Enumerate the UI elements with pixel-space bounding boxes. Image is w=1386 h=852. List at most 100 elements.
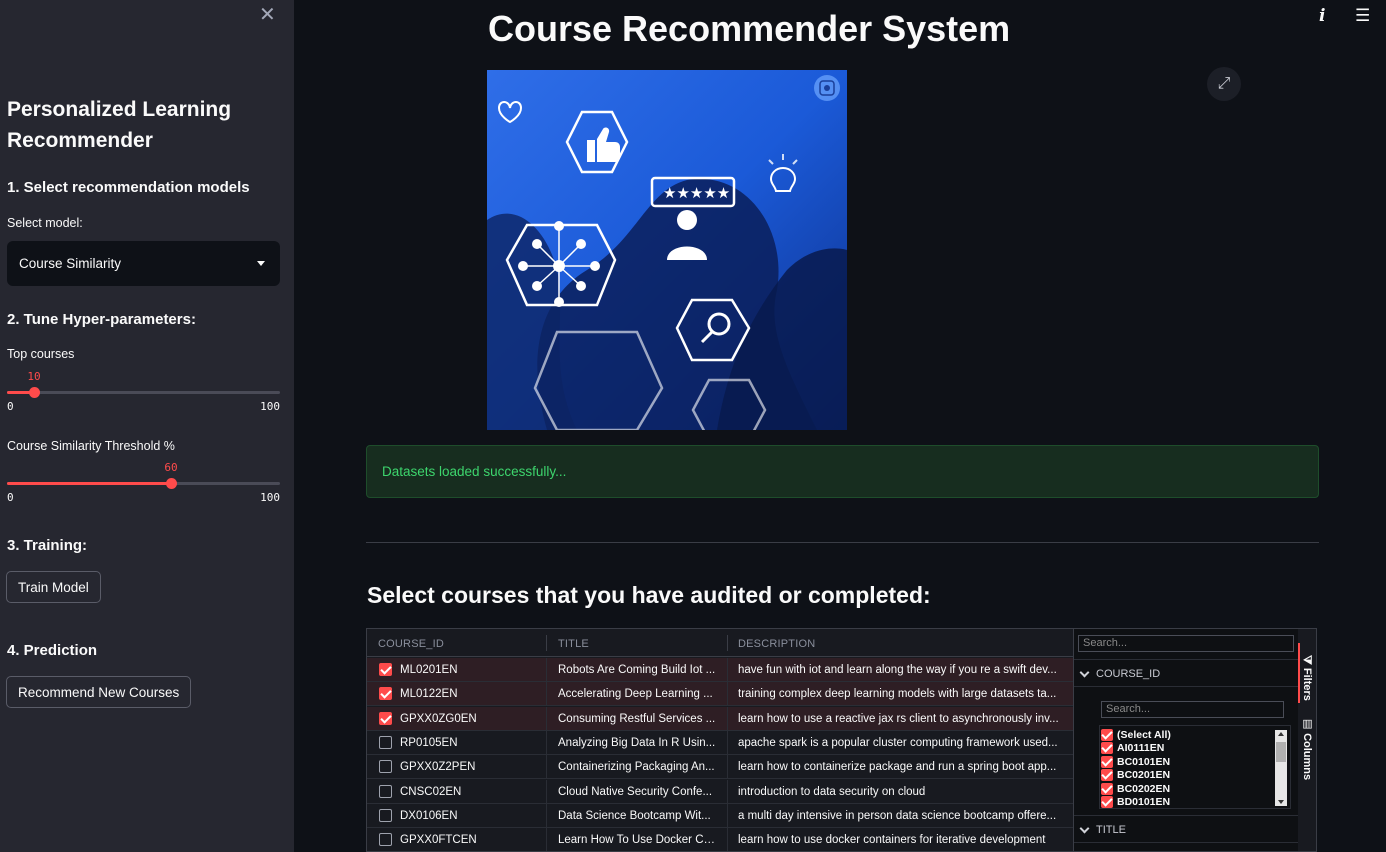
cell-divider [727,755,728,780]
cell-divider [727,803,728,828]
menu-icon[interactable]: ☰ [1355,6,1370,26]
column-separator[interactable] [727,635,728,651]
filter-checkbox[interactable] [1101,796,1113,808]
scrollbar[interactable] [1275,730,1287,806]
network-illustration: ★★★★★ [487,70,847,430]
similarity-threshold-label: Course Similarity Threshold % [7,439,175,453]
table-row[interactable]: DX0106EN Data Science Bootcamp Wit... a mu… [367,803,1073,828]
scroll-down-icon[interactable] [1278,800,1284,804]
table-row[interactable]: GPXX0Z2PEN Containerizing Packaging An...… [367,755,1073,780]
slider-thumb[interactable] [166,478,177,489]
tab-filters-label: Filters [1301,667,1313,701]
top-courses-label: Top courses [7,347,75,361]
table-row[interactable]: ML0122EN Accelerating Deep Learning ... tr… [367,682,1073,707]
slider-fill [7,482,171,485]
cell-divider [546,706,547,731]
cell-divider [546,779,547,804]
section-title: Select courses that you have audited or … [367,582,931,608]
train-model-button[interactable]: Train Model [6,571,101,603]
cell-title: Accelerating Deep Learning ... [558,688,713,701]
expand-icon[interactable]: ⤢ [1207,67,1241,101]
recommend-courses-button[interactable]: Recommend New Courses [6,676,192,708]
scroll-up-icon[interactable] [1278,732,1284,736]
filter-checkbox[interactable] [1101,755,1113,768]
cell-course-id: CNSC02EN [400,785,462,798]
row-checkbox[interactable] [379,833,392,847]
model-select[interactable]: Course Similarity [7,241,280,286]
cell-title: Cloud Native Security Confe... [558,785,713,798]
page-title: Course Recommender System [488,8,1011,49]
header-description[interactable]: DESCRIPTION [738,638,815,650]
slider-min: 0 [7,491,14,504]
tab-columns[interactable]: ▥ Columns [1301,717,1314,780]
info-icon[interactable]: i [1319,6,1325,26]
cell-course-id: GPXX0Z2PEN [400,761,476,774]
filter-item[interactable]: BC0202EN [1100,782,1270,795]
cell-divider [546,682,547,707]
grid-header: COURSE_ID TITLE DESCRIPTION [367,629,1073,657]
filter-item[interactable]: BC0101EN [1100,755,1270,768]
filter-item-label: BC0202EN [1117,782,1171,795]
column-separator[interactable] [546,635,547,651]
row-checkbox[interactable] [379,784,392,798]
filter-checkbox[interactable] [1101,742,1113,755]
top-courses-slider[interactable]: 10 0 100 [7,370,280,416]
filter-group-title[interactable]: TITLE [1074,815,1299,843]
tab-filters[interactable]: ⧩ Filters [1301,655,1313,701]
cell-course-id: GPXX0FTCEN [400,834,477,847]
slider-value: 60 [164,461,178,474]
filter-checkbox[interactable] [1101,769,1113,782]
cell-course-id: ML0122EN [400,688,458,701]
header-title[interactable]: TITLE [558,638,589,650]
row-checkbox[interactable] [379,711,392,725]
section-hyperparameters: 2. Tune Hyper-parameters: [7,311,196,328]
success-message: Datasets loaded successfully... [382,464,567,479]
close-icon[interactable]: ✕ [259,4,276,26]
cell-divider [546,803,547,828]
table-row[interactable]: RP0105EN Analyzing Big Data In R Usin... a… [367,730,1073,755]
chevron-down-icon [1079,667,1090,678]
model-select-value: Course Similarity [19,256,122,271]
row-checkbox[interactable] [379,663,392,676]
row-checkbox[interactable] [379,760,392,774]
table-row[interactable]: ML0201EN Robots Are Coming Build Iot ... h… [367,658,1073,682]
filter-search-input[interactable]: Search... [1101,701,1284,718]
cell-title: Containerizing Packaging An... [558,761,715,774]
filter-group-course-id[interactable]: COURSE_ID [1074,659,1299,687]
similarity-threshold-slider[interactable]: 60 0 100 [7,461,280,507]
slider-track [7,391,280,394]
divider [366,542,1319,543]
row-checkbox[interactable] [379,808,392,822]
header-course-id[interactable]: COURSE_ID [378,638,444,650]
filter-item[interactable]: BD0101EN [1100,795,1270,808]
filter-value-list: (Select All) AI0111EN BC0101EN BC0201EN BC02… [1099,725,1291,809]
slider-thumb[interactable] [29,387,40,398]
section-select-models: 1. Select recommendation models [7,179,250,196]
caret-down-icon [257,261,265,266]
tool-panel: Search... COURSE_ID Search... (Select Al… [1073,629,1299,851]
cell-description: learn how to use docker containers for i… [738,834,1046,847]
table-row[interactable]: GPXX0ZG0EN Consuming Restful Services ...… [367,706,1073,731]
cell-divider [546,755,547,780]
scroll-thumb[interactable] [1276,742,1286,762]
filter-checkbox[interactable] [1101,729,1113,741]
columns-search-input[interactable]: Search... [1078,635,1294,652]
sidebar: ✕ Personalized Learning Recommender 1. S… [0,0,294,852]
table-row[interactable]: GPXX0FTCEN Learn How To Use Docker Co... l… [367,828,1073,851]
cell-divider [727,658,728,682]
row-checkbox[interactable] [379,735,392,749]
table-row[interactable]: CNSC02EN Cloud Native Security Confe... in… [367,779,1073,804]
row-checkbox[interactable] [379,687,392,701]
filter-checkbox[interactable] [1101,782,1113,795]
filter-item[interactable]: (Select All) [1100,728,1270,741]
filter-item-label: BC0201EN [1117,769,1171,782]
chevron-down-icon [1079,823,1090,834]
filter-item-label: (Select All) [1117,729,1171,741]
hero-image: ★★★★★ [487,70,847,430]
filter-item[interactable]: BC0201EN [1100,768,1270,782]
cell-description: a multi day intensive in person data sci… [738,809,1057,822]
cell-description: learn how to use a reactive jax rs clien… [738,712,1059,725]
filter-item[interactable]: AI0111EN [1100,741,1270,755]
filter-group-label: TITLE [1096,824,1126,836]
tab-columns-label: Columns [1301,733,1313,781]
